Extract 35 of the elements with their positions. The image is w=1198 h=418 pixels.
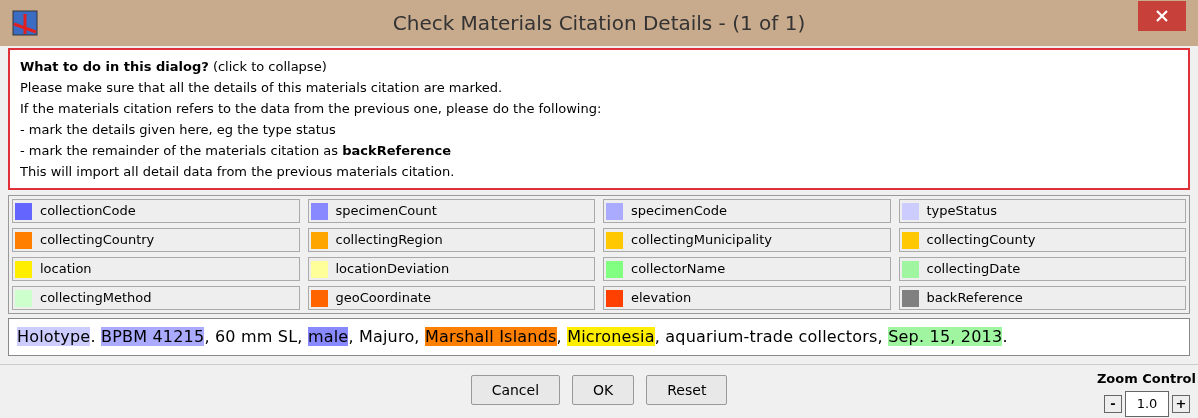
zoom-control-label: Zoom Control [1096,370,1196,388]
zoom-out-button[interactable]: - [1104,394,1122,413]
legend-button[interactable]: collectingDate [898,257,1186,281]
app-icon [12,10,38,36]
legend-button[interactable]: collectingMethod [12,286,300,310]
window-title: Check Materials Citation Details - (1 of 1) [392,10,806,37]
help-text: - mark the remainder of the materials citation as backReference [20,142,452,160]
legend-button[interactable]: collectionCode [12,199,300,223]
close-icon [1155,9,1169,23]
close-button[interactable] [1138,1,1186,31]
help-text: - mark the details given here, eg the type status [20,121,337,139]
dialog-button[interactable]: Reset [646,375,728,405]
legend-button[interactable]: specimenCount [307,199,595,223]
legend-button[interactable]: collectorName [603,257,891,281]
zoom-value-field[interactable]: 1.0 [1125,390,1169,417]
dialog-button[interactable]: Cancel [470,375,561,405]
legend-button[interactable]: locationDeviation [307,257,595,281]
legend-button[interactable]: geoCoordinate [307,286,595,310]
legend-button[interactable]: collectingRegion [307,228,595,252]
dialog-button[interactable]: OK [572,375,635,405]
legend-button[interactable]: collectingMunicipality [603,228,891,252]
help-panel[interactable] [8,48,1190,190]
zoom-in-button[interactable]: + [1172,394,1190,413]
help-text: Please make sure that all the details of this materials citation are marked. [20,79,504,97]
legend-button[interactable]: location [12,257,300,281]
citation-text[interactable]: Holotype. BPBM 41215, 60 mm SL, male, Majuro, Marshall Islands, Micronesia, aquarium-trade collectors, Sep. 15, 2013. [8,318,1190,356]
legend-button[interactable]: specimenCode [603,199,891,223]
help-text: What to do in this dialog? (click to collapse) [20,58,328,76]
help-text: This will import all detail data from the previous materials citation. [20,163,456,181]
help-text: If the materials citation refers to the data from the previous one, please do the following: [20,100,603,118]
legend-button[interactable]: typeStatus [898,199,1186,223]
legend-button[interactable]: elevation [603,286,891,310]
legend-button[interactable]: backReference [898,286,1186,310]
legend-button[interactable]: collectingCountry [12,228,300,252]
legend-button[interactable]: collectingCounty [898,228,1186,252]
